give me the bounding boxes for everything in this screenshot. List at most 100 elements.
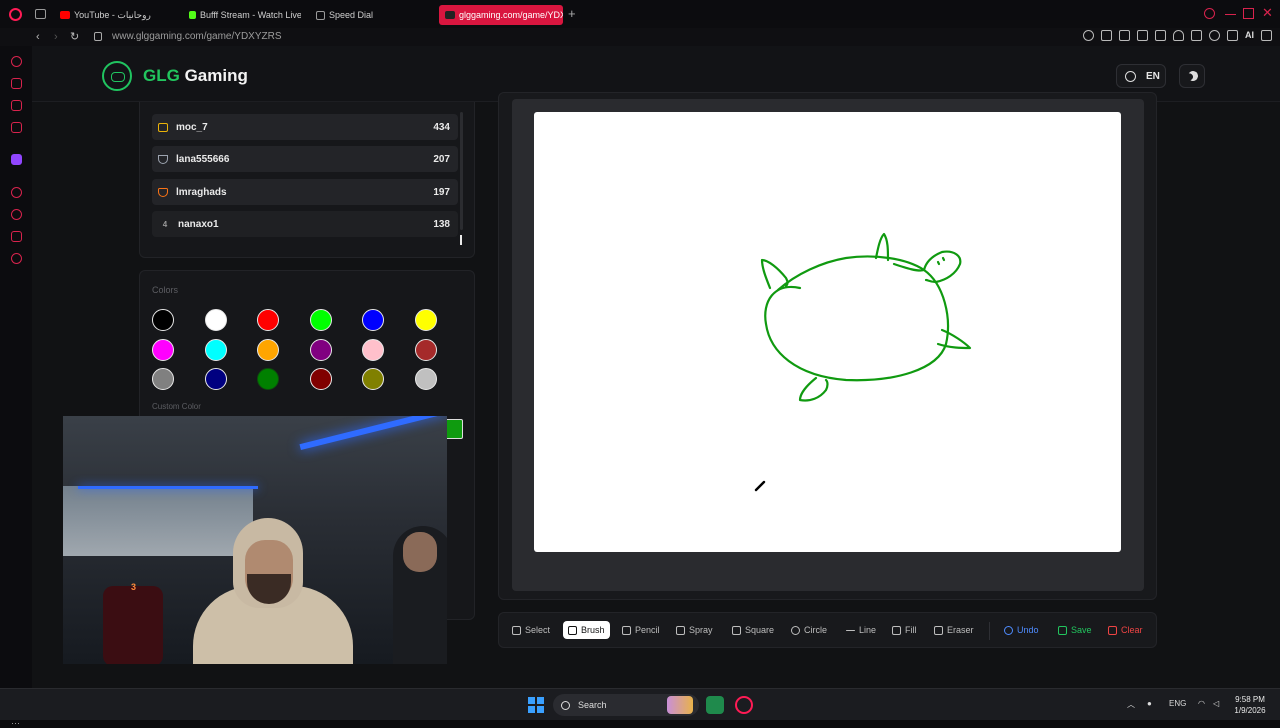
leaderboard-row: moc_7 434 bbox=[152, 114, 458, 140]
twitch-icon[interactable] bbox=[11, 154, 22, 165]
forward-icon[interactable]: › bbox=[54, 31, 58, 43]
download-icon[interactable] bbox=[1227, 30, 1238, 41]
tab-glggaming[interactable]: glggaming.com/game/YDX bbox=[439, 5, 563, 25]
circle-tool-button[interactable]: Circle bbox=[786, 621, 832, 639]
tab-youtube[interactable]: YouTube - روحانيات bbox=[60, 5, 178, 25]
language-button[interactable]: EN bbox=[1116, 64, 1166, 88]
color-swatch[interactable] bbox=[415, 368, 437, 390]
custom-color-picker[interactable] bbox=[445, 419, 463, 439]
color-swatch[interactable] bbox=[362, 309, 385, 331]
news-icon[interactable] bbox=[11, 122, 22, 133]
player-sidebar-icon[interactable] bbox=[11, 187, 22, 198]
theme-toggle-button[interactable] bbox=[1179, 64, 1205, 88]
color-swatch[interactable] bbox=[309, 338, 332, 361]
color-swatch[interactable] bbox=[204, 309, 227, 331]
search-highlight-icon[interactable] bbox=[667, 696, 693, 714]
color-swatch[interactable] bbox=[309, 309, 332, 331]
extensions-icon[interactable] bbox=[1191, 30, 1202, 41]
extensions-sidebar-icon[interactable] bbox=[11, 231, 22, 242]
line-tool-button[interactable]: Line bbox=[841, 621, 881, 639]
color-swatch[interactable] bbox=[152, 309, 174, 331]
color-swatch[interactable] bbox=[362, 338, 385, 361]
search-label: Search bbox=[578, 700, 607, 710]
search-tabs-icon[interactable] bbox=[1204, 8, 1215, 19]
custom-color-label: Custom Color bbox=[152, 402, 201, 411]
undo-button[interactable]: Undo bbox=[999, 621, 1044, 639]
save-icon bbox=[1058, 625, 1067, 635]
leaderboard-row: 4 nanaxo1 138 bbox=[152, 211, 458, 237]
color-swatch[interactable] bbox=[257, 368, 280, 390]
minimize-icon[interactable] bbox=[1225, 14, 1236, 15]
gaming-chair bbox=[103, 586, 163, 664]
player-name: lmraghads bbox=[176, 186, 227, 198]
tab-islands-icon[interactable] bbox=[35, 9, 46, 19]
save-button[interactable]: Save bbox=[1053, 621, 1097, 639]
fill-tool-button[interactable]: Fill bbox=[887, 621, 922, 639]
color-swatch[interactable] bbox=[415, 309, 437, 331]
gx-control-icon[interactable] bbox=[11, 56, 22, 67]
square-tool-button[interactable]: Square bbox=[727, 621, 779, 639]
drawing-layer bbox=[754, 232, 972, 492]
windows-taskbar: Search ︿ ● ENG ◠ ◁ 9:58 PM 1/9/2026 bbox=[0, 688, 1280, 720]
clear-button[interactable]: Clear bbox=[1103, 621, 1148, 639]
leaderboard-scrollbar[interactable] bbox=[460, 112, 463, 230]
player-name: moc_7 bbox=[176, 121, 208, 133]
color-swatch[interactable] bbox=[415, 338, 437, 361]
input-language[interactable]: ENG bbox=[1169, 699, 1186, 708]
messenger-icon[interactable] bbox=[11, 100, 22, 111]
pencil-tool-button[interactable]: Pencil bbox=[617, 621, 665, 639]
opera-gx-taskbar-icon[interactable] bbox=[735, 696, 753, 714]
ad-block-icon[interactable] bbox=[1137, 30, 1148, 41]
clock[interactable]: 9:58 PM 1/9/2026 bbox=[1228, 694, 1272, 716]
zoom-icon[interactable] bbox=[1083, 30, 1094, 41]
cursor-mark bbox=[754, 480, 766, 492]
color-swatch[interactable] bbox=[309, 368, 332, 390]
tray-chevron-icon[interactable]: ︿ bbox=[1127, 699, 1135, 710]
tab-label: glggaming.com/game/YDX bbox=[459, 10, 563, 20]
windows-start-icon[interactable] bbox=[528, 697, 544, 713]
reload-icon[interactable]: ↻ bbox=[70, 31, 79, 43]
tab-speed-dial[interactable]: Speed Dial bbox=[316, 5, 426, 25]
aria-ai-button[interactable]: AI bbox=[1245, 30, 1254, 41]
spray-tool-button[interactable]: Spray bbox=[671, 621, 718, 639]
new-tab-button[interactable]: + bbox=[568, 7, 576, 20]
url-field[interactable]: www.glggaming.com/game/YDXYZRS bbox=[112, 31, 282, 42]
scroll-thumb[interactable] bbox=[460, 235, 462, 245]
maximize-icon[interactable] bbox=[1243, 8, 1254, 19]
tab-bufff-stream[interactable]: Bufff Stream - Watch Live bbox=[189, 5, 301, 25]
site-favicon-icon bbox=[445, 11, 455, 19]
volume-icon[interactable]: ◁ bbox=[1213, 699, 1219, 708]
snapshot-icon[interactable] bbox=[1119, 30, 1130, 41]
tool-label: Circle bbox=[804, 625, 828, 635]
gx-corner-icon[interactable] bbox=[11, 78, 22, 89]
brand-name[interactable]: GLG Gaming bbox=[143, 66, 248, 86]
select-tool-button[interactable]: Select bbox=[507, 621, 555, 639]
browser-tools: AI bbox=[1083, 30, 1272, 41]
color-swatch[interactable] bbox=[152, 338, 174, 361]
microphone-icon[interactable]: ● bbox=[1147, 699, 1152, 708]
tool-label: Square bbox=[745, 625, 775, 635]
tool-label: Fill bbox=[905, 625, 917, 635]
close-icon[interactable]: ✕ bbox=[1262, 6, 1273, 19]
color-swatch[interactable] bbox=[204, 368, 227, 390]
drawing-canvas[interactable] bbox=[534, 112, 1121, 552]
back-icon[interactable]: ‹ bbox=[36, 31, 40, 43]
brush-tool-button[interactable]: Brush bbox=[563, 621, 610, 639]
profile-icon[interactable] bbox=[1209, 30, 1220, 41]
color-swatch[interactable] bbox=[152, 368, 174, 390]
opera-logo-icon[interactable] bbox=[9, 8, 22, 21]
settings-icon[interactable] bbox=[11, 253, 22, 264]
eraser-tool-button[interactable]: Eraser bbox=[929, 621, 979, 639]
app-icon[interactable] bbox=[706, 696, 724, 714]
menu-icon[interactable] bbox=[1261, 30, 1272, 41]
wifi-icon[interactable]: ◠ bbox=[1198, 699, 1205, 708]
heart-icon[interactable] bbox=[1173, 30, 1184, 41]
gamepad-logo-icon[interactable] bbox=[102, 61, 132, 91]
history-icon[interactable] bbox=[11, 209, 22, 220]
color-swatch[interactable] bbox=[362, 368, 385, 390]
color-swatch[interactable] bbox=[257, 309, 280, 331]
color-swatch[interactable] bbox=[204, 338, 227, 361]
color-swatch[interactable] bbox=[257, 338, 280, 361]
pin-icon[interactable] bbox=[1101, 30, 1112, 41]
player-icon[interactable] bbox=[1155, 30, 1166, 41]
